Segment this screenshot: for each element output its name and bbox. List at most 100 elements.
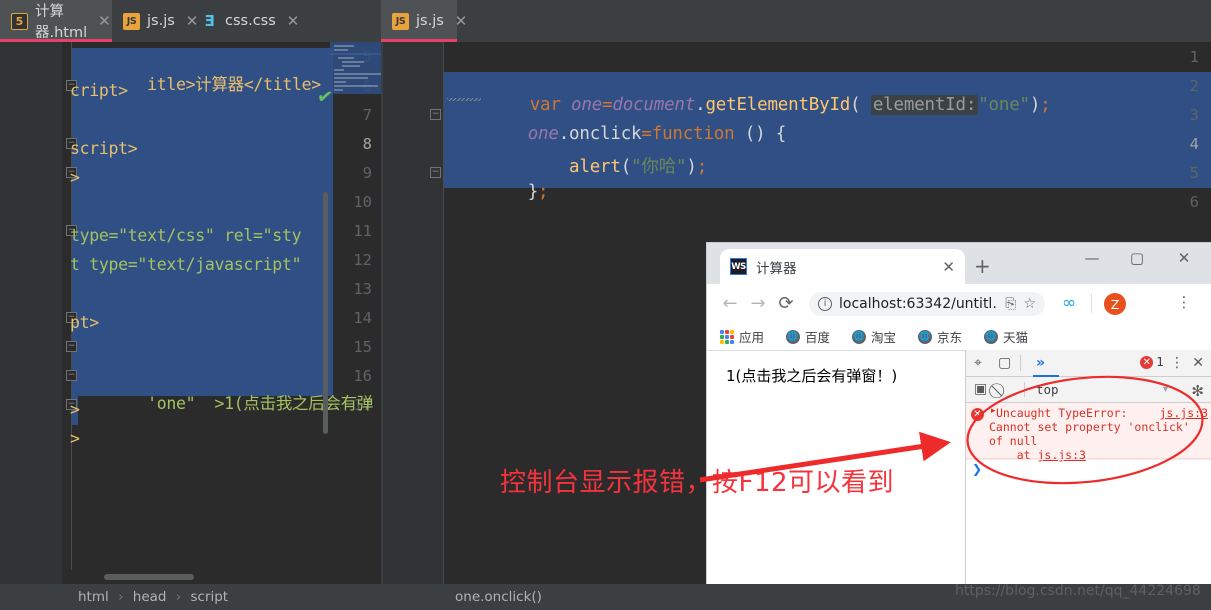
close-icon[interactable]: ✕ [455,12,468,30]
console-input-prompt[interactable]: ❯ [972,462,982,476]
error-count-badge[interactable]: ✕ 1 [1140,355,1164,369]
close-icon[interactable]: ✕ [287,12,300,30]
line-number: 8 [362,135,372,153]
devtools-close-icon[interactable]: ✕ [1192,355,1204,371]
error-source-link[interactable]: js.js:3 [1160,406,1208,420]
current-function-indicator: one.onclick() [455,589,542,605]
console-filter-bar: ▣ ⃠ top ▾ ✻ [966,377,1211,403]
filter-divider [1024,382,1025,397]
js-icon: JS [392,12,409,30]
breadcrumb-item-script[interactable]: script [190,589,228,605]
code-line: 'one" >1(点击我之后会有弹 [147,394,374,413]
css-icon: Ǝ [204,12,215,30]
forward-button[interactable]: → [747,293,769,314]
breadcrumb[interactable]: html › head › script [78,589,228,605]
gear-icon[interactable]: ✻ [1191,382,1204,400]
error-line-2: Cannot set property 'onclick' [989,420,1190,434]
webstorm-favicon-icon: WS [730,258,747,275]
line-number: 12 [353,251,372,269]
more-tabs-icon[interactable]: » [1036,355,1045,371]
ide-tab-calculator-html[interactable]: 5 计算器.html ✕ [0,0,112,42]
reload-button[interactable]: ⟳ [775,293,797,314]
right-gutter [383,42,443,584]
bookmark-jd[interactable]: 🌐 京东 [918,327,962,346]
line-number: 9 [362,164,372,182]
fold-marker[interactable]: − [66,341,77,352]
code-line: type="text/css" rel="sty [70,226,302,245]
error-icon: ✕ [971,408,984,421]
url-text: localhost:63342/untitl... [839,296,999,312]
chrome-browser-window[interactable]: WS 计算器 ✕ + — ▢ ✕ ← → ⟳ i localhost:63342… [707,243,1211,610]
site-info-icon[interactable]: i [818,297,832,311]
devtools-panel[interactable]: ⌖ ▢ » ✕ 1 ⋮ ✕ ▣ ⃠ top ▾ ✻ [965,350,1211,610]
execution-context-selector[interactable]: top [1036,382,1059,397]
bookmark-star-icon[interactable]: ☆ [1023,296,1036,312]
horizontal-scrollbar-thumb[interactable] [104,574,194,580]
ide-tab-label: js.js [416,13,444,29]
editor-minimap[interactable] [330,42,381,94]
breadcrumb-item-html[interactable]: html [78,589,109,605]
error-count: 1 [1156,355,1164,369]
bookmark-baidu[interactable]: 🌐 百度 [786,327,830,346]
translate-icon[interactable]: ⎘ [1005,296,1016,312]
address-bar[interactable]: i localhost:63342/untitl... ⎘ ☆ [809,292,1045,316]
device-toolbar-icon[interactable]: ▢ [998,355,1011,371]
globe-icon: 🌐 [918,329,932,344]
globe-icon: 🌐 [786,329,800,344]
breadcrumb-separator: › [118,589,124,605]
bookmark-taobao[interactable]: 🌐 淘宝 [852,327,896,346]
code-line: > [70,400,80,419]
browser-toolbar: ← → ⟳ i localhost:63342/untitl... ⎘ ☆ ∞ … [707,284,1211,322]
close-icon[interactable]: ✕ [98,12,111,30]
code-line: > [70,429,80,448]
line-number: 5 [1189,164,1199,182]
avatar[interactable]: Z [1104,293,1126,315]
fold-marker[interactable]: − [430,167,441,178]
minimize-button[interactable]: — [1077,249,1107,267]
close-button[interactable]: ✕ [1169,249,1199,267]
bookmark-apps[interactable]: 应用 [720,327,764,346]
chevron-down-icon[interactable]: ▾ [1163,384,1168,395]
horizontal-scrollbar-track[interactable] [62,570,381,584]
browser-tab[interactable]: WS 计算器 ✕ [720,249,965,284]
ide-tab-bar: 5 计算器.html ✕ JS js.js ✕ Ǝ css.css ✕ JS j… [0,0,1211,42]
annotation-text: 控制台显示报错，按F12可以看到 [500,468,895,498]
line-number: 13 [353,280,372,298]
inspect-element-icon[interactable]: ⌖ [974,355,982,371]
string-one: "one" [978,95,1030,115]
console-sidebar-icon[interactable]: ▣ [974,381,987,397]
code-line-5: }; [527,182,549,202]
bookmark-tmall[interactable]: 🌐 天猫 [984,327,1028,346]
extension-icon[interactable]: ∞ [1062,293,1076,313]
globe-icon: 🌐 [984,329,998,344]
code-line: pt> [70,313,99,332]
bookmark-label: 京东 [937,330,963,345]
code-line: script> [70,139,138,158]
ide-tab-css[interactable]: Ǝ css.css ✕ [190,0,299,42]
code-line: itle>计算器</title> [147,75,321,94]
console-error-message[interactable]: ✕ ▸ ▸Uncaught TypeError: Cannot set prop… [966,403,1211,462]
line-number: 10 [353,193,372,211]
breadcrumb-item-head[interactable]: head [133,589,167,605]
new-tab-button[interactable]: + [974,254,991,278]
browser-titlebar: WS 计算器 ✕ + — ▢ ✕ [707,243,1211,284]
ide-tab-js-2[interactable]: JS js.js ✕ [381,0,467,42]
vertical-scrollbar[interactable] [323,192,328,434]
close-icon[interactable]: ✕ [942,258,955,276]
bookmark-label: 百度 [805,330,831,345]
devtools-menu-icon[interactable]: ⋮ [1170,355,1184,371]
page-body-text[interactable]: 1(点击我之后会有弹窗！) [726,365,897,386]
maximize-button[interactable]: ▢ [1122,249,1152,267]
watermark: https://blog.csdn.net/qq_44224698 [955,583,1201,599]
left-editor-html[interactable]: 5 6 7 8 9 10 11 12 13 14 15 16 17 − − − … [0,42,381,584]
browser-menu-icon[interactable]: ⋮ [1173,293,1195,311]
fold-marker[interactable]: − [430,109,441,120]
parameter-hint: elementId: [870,95,979,115]
inspection-ok-icon: ✔ [315,84,335,110]
bookmark-label: 淘宝 [871,330,897,345]
code-line: cript> [70,81,128,100]
back-button[interactable]: ← [719,293,741,314]
left-gutter [0,42,62,584]
ide-tab-js-1[interactable]: JS js.js ✕ [112,0,198,42]
screenshot-root: 5 计算器.html ✕ JS js.js ✕ Ǝ css.css ✕ JS j… [0,0,1211,610]
